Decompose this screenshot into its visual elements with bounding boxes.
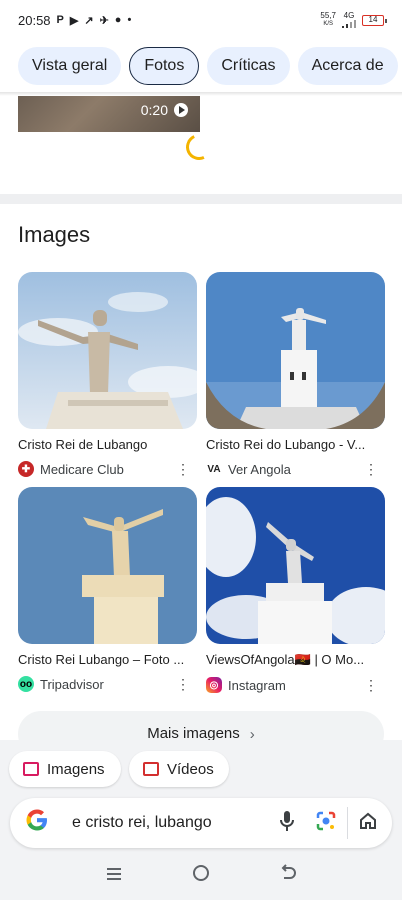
lens-glyph [316,811,336,830]
google-logo-icon [24,807,58,840]
lens-icon[interactable] [315,810,337,837]
image-thumbnail[interactable] [18,487,197,644]
tab-bar-shadow [0,92,402,96]
home-glyph [360,812,376,829]
video-thumbnail[interactable]: 0:20 [18,92,200,132]
back-icon[interactable] [279,864,297,888]
tab-label: Acerca de [311,57,384,74]
status-bar: 20:58 P ▶ ↗ ✈ ● • 55,7 K/S 4G 14 [0,0,402,40]
chip-label: Imagens [47,760,105,778]
notification-arrow-icon: ↗ [84,14,94,27]
net-speed-unit: K/S [323,21,334,27]
tab-photos[interactable]: Fotos [129,47,200,85]
telegram-icon: ✈ [99,14,109,27]
instagram-icon: ◎ [206,677,222,693]
videos-chip[interactable]: Vídeos [129,751,229,787]
search-query[interactable]: e cristo rei, lubango [72,814,279,832]
microphone-icon[interactable] [279,810,295,837]
battery-icon: 14 [362,14,387,26]
image-source-name: Medicare Club [40,461,124,477]
loading-spinner [182,130,216,164]
net-speed-value: 55,7 [320,11,336,20]
image-result-card[interactable]: Cristo Rei Lubango – Foto ... oo Tripadv… [18,487,198,692]
tab-about[interactable]: Acerca de [297,47,398,85]
image-result-card[interactable]: Cristo Rei de Lubango ✚ Medicare Club ⋮ [18,272,198,477]
home-icon[interactable] [358,811,378,836]
medicare-club-icon: ✚ [18,461,34,477]
ver-angola-icon: VA [206,461,222,477]
more-options-icon[interactable]: ⋮ [176,676,190,693]
more-options-icon[interactable]: ⋮ [364,461,378,478]
tab-overview[interactable]: Vista geral [18,47,122,85]
tab-reviews[interactable]: Críticas [207,47,290,85]
tripadvisor-icon: oo [18,676,34,692]
image-icon [23,762,39,776]
images-chip[interactable]: Imagens [9,751,121,787]
video-duration-text: 0:20 [140,102,168,118]
statue-photo-2 [206,272,385,429]
video-icon [143,762,159,776]
statue-photo-4 [206,487,385,644]
image-thumbnail[interactable] [206,487,385,644]
notification-app-icon: ● [114,14,122,26]
image-title: ViewsOfAngola🇦🇴 | O Mo... [206,652,365,667]
signal-icon: 4G [342,12,356,28]
battery-level: 14 [368,15,378,24]
notification-p-icon: P [56,14,64,26]
image-result-card[interactable]: Cristo Rei do Lubango - V... VA Ver Ango… [206,272,386,477]
image-thumbnail[interactable] [18,272,197,429]
back-glyph [281,864,297,879]
status-right: 55,7 K/S 4G 14 [320,12,387,28]
mic-glyph [280,810,294,831]
more-options-icon[interactable]: ⋮ [364,677,378,694]
image-source-name: Tripadvisor [40,676,104,692]
section-divider [0,194,402,204]
tab-bar: Vista geral Fotos Críticas Acerca de [0,40,402,92]
images-section-title: Images [18,222,91,247]
network-type: 4G [343,11,355,20]
search-bar-separator [347,807,348,839]
more-notifications-icon: • [127,14,132,26]
image-source: ✚ Medicare Club ⋮ [18,461,198,477]
video-duration: 0:20 [141,102,188,118]
image-title: Cristo Rei do Lubango - V... [206,437,366,452]
google-g-icon [26,809,47,830]
image-thumbnail[interactable] [206,272,385,429]
tab-label: Vista geral [32,57,108,74]
image-result-card[interactable]: ViewsOfAngola🇦🇴 | O Mo... ◎ Instagram ⋮ [206,487,386,693]
statue-photo-3 [18,487,197,644]
tab-label: Fotos [144,57,185,74]
status-time: 20:58 [18,12,51,28]
chip-label: Vídeos [167,760,214,778]
image-source: ◎ Instagram ⋮ [206,677,386,693]
recent-apps-glyph [106,867,121,880]
status-left: 20:58 P ▶ ↗ ✈ ● • [18,13,131,28]
image-source: VA Ver Angola ⋮ [206,461,386,477]
signal-bars-icon [342,20,356,28]
image-source-name: Instagram [228,677,286,693]
more-images-label: Mais imagens [147,724,240,742]
tab-label: Críticas [221,57,276,74]
image-source: oo Tripadvisor ⋮ [18,676,198,692]
system-navigation-bar [0,852,402,900]
recent-apps-icon[interactable] [105,865,123,888]
notification-play-icon: ▶ [69,14,79,27]
image-title: Cristo Rei de Lubango [18,437,148,452]
net-speed: 55,7 K/S [320,12,336,28]
search-bar[interactable]: e cristo rei, lubango [10,798,392,848]
image-source-name: Ver Angola [228,461,291,477]
home-nav-icon[interactable] [192,864,210,888]
home-circle-glyph [192,865,209,881]
more-options-icon[interactable]: ⋮ [176,461,190,478]
statue-photo-1 [18,272,197,429]
image-title: Cristo Rei Lubango – Foto ... [18,652,185,667]
play-icon [174,103,188,117]
